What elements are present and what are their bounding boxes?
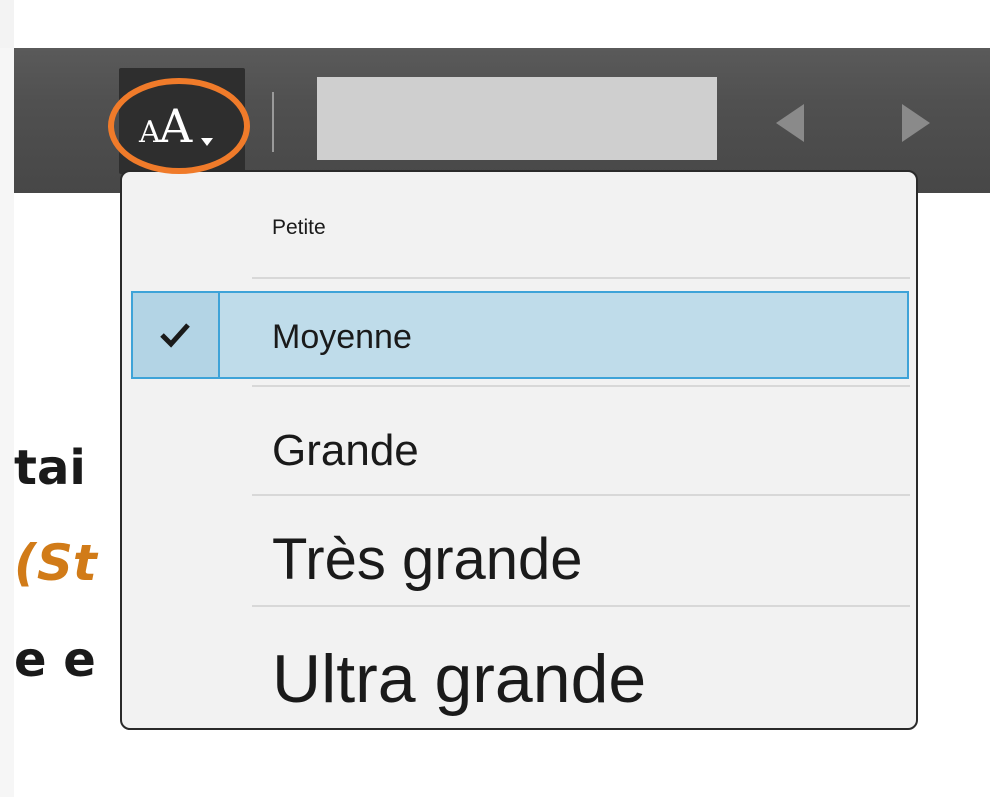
checkmark-cell: [133, 293, 220, 377]
menu-item-grande[interactable]: Grande: [122, 402, 916, 492]
menu-item-label: Petite: [272, 216, 326, 239]
toolbar-separator: [272, 92, 274, 152]
menu-divider: [252, 385, 910, 387]
document-text-line: (St: [14, 534, 97, 592]
arrow-right-icon[interactable]: [890, 98, 940, 148]
svg-text:A: A: [138, 115, 161, 150]
menu-item-label: Moyenne: [272, 318, 412, 356]
menu-item-label: Très grande: [272, 527, 583, 592]
menu-item-moyenne[interactable]: Moyenne: [131, 291, 909, 379]
menu-item-label: Grande: [272, 426, 419, 475]
search-input[interactable]: [317, 77, 717, 160]
arrow-left-icon[interactable]: [766, 98, 816, 148]
font-size-button[interactable]: A A: [119, 68, 245, 174]
font-size-menu: Petite Moyenne Grande Très grande Ultra …: [120, 170, 918, 730]
document-text-line: e e: [14, 632, 96, 688]
checkmark-icon: [160, 323, 190, 348]
menu-divider: [252, 494, 910, 496]
menu-divider: [252, 277, 910, 279]
menu-item-label: Ultra grande: [272, 641, 647, 717]
menu-item-tres-grande[interactable]: Très grande: [122, 512, 916, 612]
svg-text:A: A: [158, 99, 193, 153]
menu-item-ultra-grande[interactable]: Ultra grande: [122, 618, 916, 718]
menu-item-petite[interactable]: Petite: [122, 200, 916, 256]
menu-divider: [252, 605, 910, 607]
font-size-icon: A A: [138, 99, 213, 153]
document-text-line: tai: [14, 440, 86, 496]
